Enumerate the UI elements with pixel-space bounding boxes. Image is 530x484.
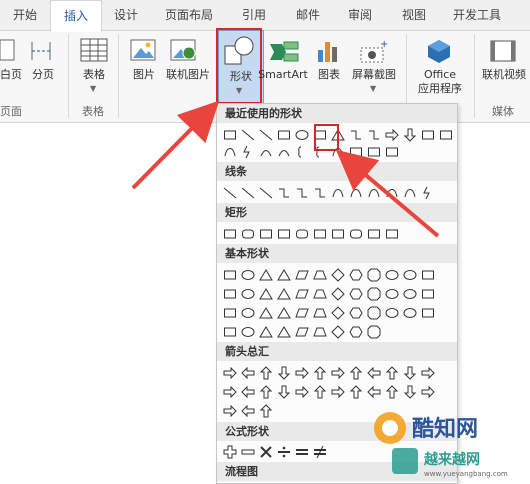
watermark-site: 越来越网 www.yueyangbang.com <box>390 444 530 480</box>
red-arrow-to-shapes <box>131 100 220 190</box>
watermark-text-1: 酷知网 <box>412 416 478 442</box>
watermark-url: www.yueyangbang.com <box>424 470 508 478</box>
red-arrow-to-oval <box>335 149 440 238</box>
watermark-text-2: 越来越网 <box>423 451 480 468</box>
